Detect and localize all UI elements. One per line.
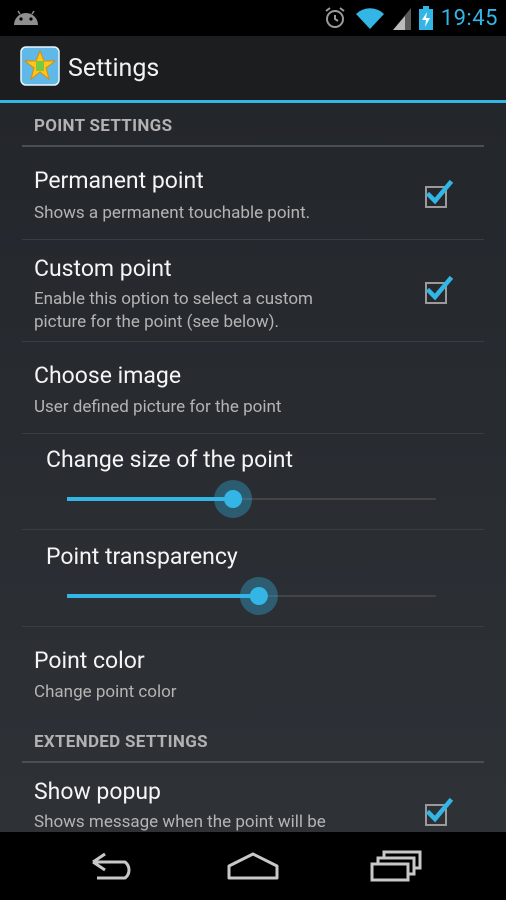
section-header-extended-settings: EXTENDED SETTINGS <box>34 732 208 752</box>
pref-title: Choose image <box>34 362 182 389</box>
pref-choose-image[interactable]: Choose image User defined picture for th… <box>22 342 484 433</box>
custom-point-checkbox[interactable] <box>420 273 454 307</box>
alarm-icon <box>325 7 345 28</box>
wifi-icon <box>355 8 384 29</box>
point-transparency-slider[interactable] <box>67 576 436 616</box>
signal-icon <box>392 8 411 30</box>
pref-title: Point color <box>34 647 145 674</box>
pref-custom-point[interactable]: Custom point Enable this option to selec… <box>22 240 484 341</box>
list-divider <box>22 529 484 530</box>
status-clock: 19:45 <box>440 5 498 31</box>
point-size-slider[interactable] <box>67 479 436 519</box>
pref-title: Permanent point <box>34 167 204 194</box>
pref-summary: Shows a permanent touchable point. <box>34 203 311 223</box>
pref-summary: User defined picture for the point <box>34 397 282 417</box>
navigation-bar <box>0 832 506 900</box>
pref-show-popup[interactable]: Show popup Shows message when the point … <box>22 763 484 832</box>
pref-size-title: Change size of the point <box>46 446 294 473</box>
home-icon[interactable] <box>223 846 283 886</box>
app-star-icon[interactable] <box>20 46 60 86</box>
pref-title: Show popup <box>34 778 161 805</box>
list-divider <box>22 433 484 434</box>
pref-summary-line2: picture for the point (see below). <box>34 312 280 332</box>
page-title: Settings <box>68 54 160 83</box>
pref-title: Custom point <box>34 255 172 282</box>
permanent-point-checkbox[interactable] <box>420 177 454 211</box>
battery-charging-icon <box>418 6 433 30</box>
pref-point-color[interactable]: Point color Change point color <box>22 627 484 723</box>
recents-icon[interactable] <box>364 846 424 886</box>
section-header-point-settings: POINT SETTINGS <box>34 116 173 136</box>
action-bar: Settings <box>0 36 506 100</box>
pref-permanent-point[interactable]: Permanent point Shows a permanent toucha… <box>22 147 484 239</box>
show-popup-checkbox[interactable] <box>420 795 454 829</box>
android-icon <box>14 10 38 25</box>
pref-summary: Change point color <box>34 682 177 702</box>
back-icon[interactable] <box>83 846 143 886</box>
status-bar: 19:45 <box>0 0 506 36</box>
settings-list[interactable]: POINT SETTINGS Permanent point Shows a p… <box>0 103 506 832</box>
pref-transparency-title: Point transparency <box>46 543 238 570</box>
pref-summary: Shows message when the point will be <box>34 812 326 832</box>
